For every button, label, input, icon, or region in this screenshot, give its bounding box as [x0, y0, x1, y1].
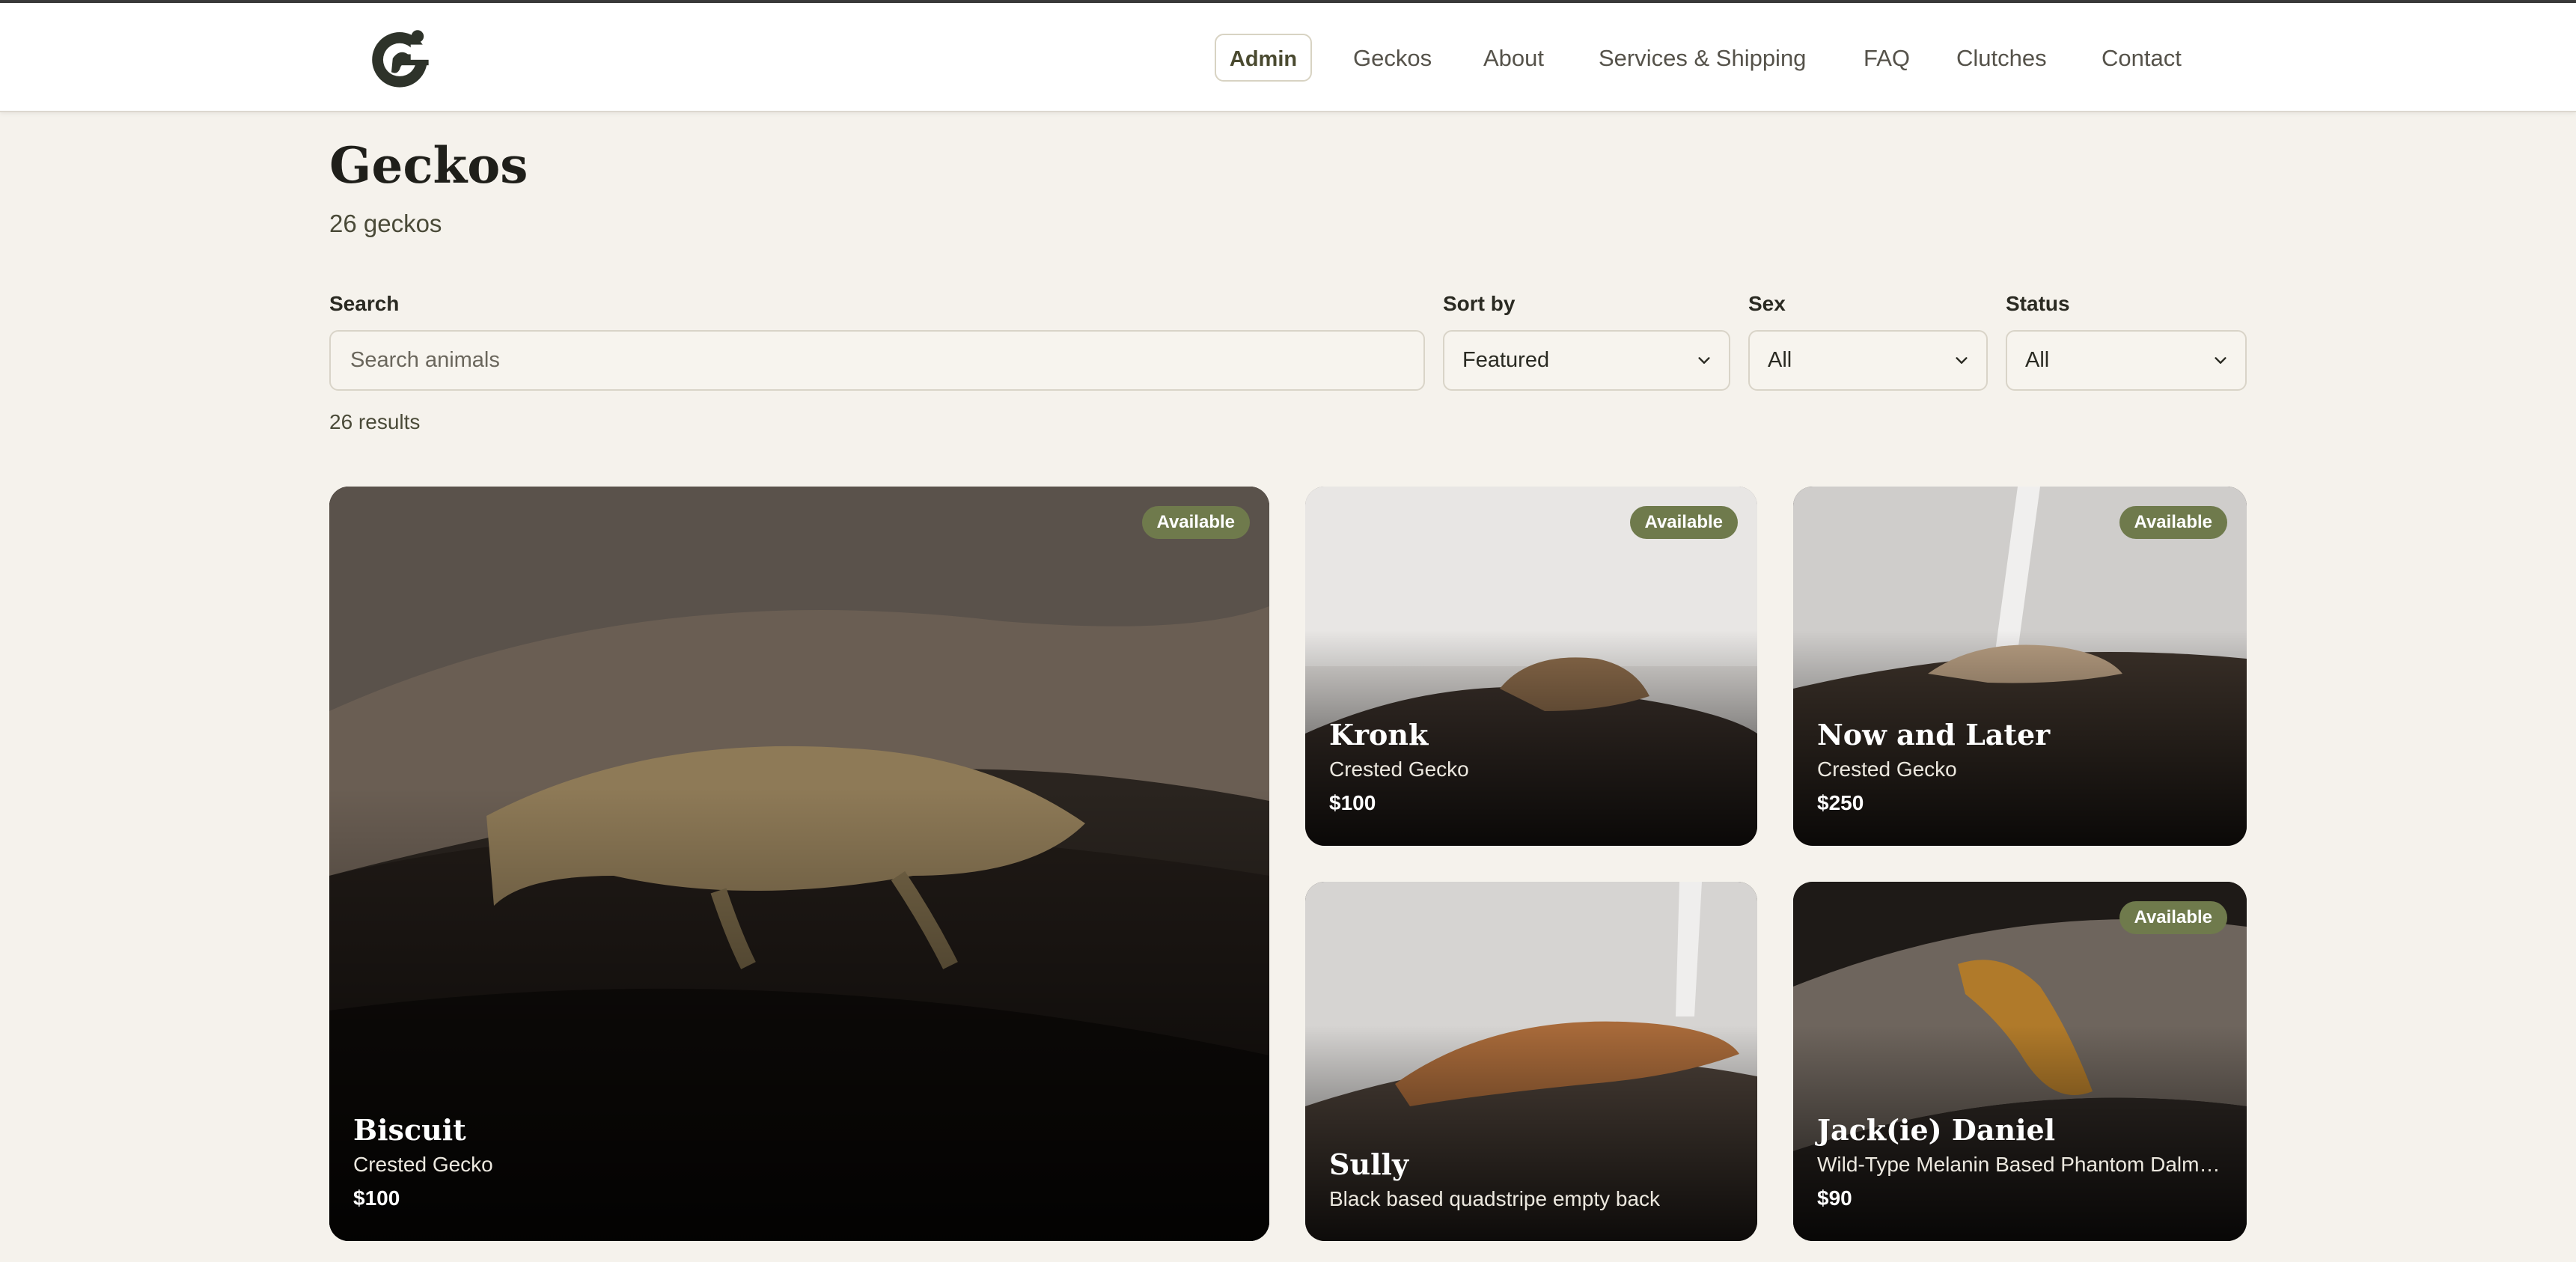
gecko-card-biscuit[interactable]: Available Biscuit Crested Gecko $100	[329, 487, 1269, 1241]
availability-badge: Available	[2119, 901, 2227, 934]
gecko-count: 26 geckos	[329, 210, 442, 237]
gecko-species: Crested Gecko	[1329, 757, 1469, 781]
availability-badge: Available	[2119, 506, 2227, 539]
gecko-logo-icon[interactable]	[365, 24, 434, 93]
card-info: Now and Later Crested Gecko $250	[1817, 717, 2223, 820]
card-info: Kronk Crested Gecko $100	[1329, 717, 1733, 820]
card-info: Sully Black based quadstripe empty back	[1329, 1147, 1733, 1216]
status-label: Status	[2006, 292, 2070, 315]
availability-badge: Available	[1141, 506, 1250, 539]
gecko-name: Kronk	[1329, 718, 1429, 752]
sort-label: Sort by	[1443, 292, 1516, 315]
gecko-name: Sully	[1329, 1147, 1409, 1181]
gecko-card-sully[interactable]: Sully Black based quadstripe empty back	[1305, 882, 1757, 1241]
results-count: 26 results	[329, 410, 421, 433]
nav-link-faq[interactable]: FAQ	[1864, 34, 1910, 83]
gecko-name: Biscuit	[353, 1113, 466, 1147]
nav-link-geckos[interactable]: Geckos	[1353, 34, 1432, 83]
availability-badge: Available	[1629, 506, 1738, 539]
admin-button[interactable]: Admin	[1215, 34, 1312, 82]
gecko-species: Wild-Type Melanin Based Phantom Dalmatia…	[1817, 1153, 2223, 1176]
gecko-name: Jack(ie) Daniel	[1817, 1113, 2056, 1147]
nav-link-about[interactable]: About	[1483, 34, 1544, 83]
card-info: Biscuit Crested Gecko $100	[353, 1112, 1245, 1216]
nav-link-services-shipping[interactable]: Services & Shipping	[1599, 34, 1806, 83]
nav-link-clutches[interactable]: Clutches	[1956, 34, 2047, 83]
gecko-card-jackie-daniel[interactable]: Available Jack(ie) Daniel Wild-Type Mela…	[1793, 882, 2247, 1241]
gecko-price: $90	[1817, 1186, 1852, 1210]
chevron-down-icon	[2215, 357, 2226, 364]
sex-select-value: All	[1768, 348, 1792, 372]
gecko-card-kronk[interactable]: Available Kronk Crested Gecko $100	[1305, 487, 1757, 846]
chevron-down-icon	[1956, 357, 1968, 364]
page-title: Geckos	[329, 136, 528, 195]
gecko-price: $100	[1329, 791, 1376, 814]
status-select[interactable]: All	[2006, 330, 2247, 391]
gecko-species: Crested Gecko	[1817, 757, 1957, 781]
gecko-name: Now and Later	[1817, 718, 2051, 752]
chevron-down-icon	[1698, 357, 1710, 364]
card-info: Jack(ie) Daniel Wild-Type Melanin Based …	[1817, 1112, 2223, 1216]
gecko-species: Crested Gecko	[353, 1153, 493, 1176]
sex-select[interactable]: All	[1748, 330, 1988, 391]
gecko-price: $250	[1817, 791, 1864, 814]
search-field	[329, 330, 1425, 391]
status-select-value: All	[2025, 348, 2050, 372]
site-header: Admin Geckos About Services & Shipping F…	[0, 3, 2576, 112]
nav-link-contact[interactable]: Contact	[2102, 34, 2182, 83]
search-input[interactable]	[331, 332, 1423, 389]
gecko-card-now-and-later[interactable]: Available Now and Later Crested Gecko $2…	[1793, 487, 2247, 846]
sex-label: Sex	[1748, 292, 1786, 315]
search-label: Search	[329, 292, 400, 315]
sort-select[interactable]: Featured	[1443, 330, 1730, 391]
gecko-price: $100	[353, 1186, 400, 1210]
sort-select-value: Featured	[1462, 348, 1550, 372]
gecko-species: Black based quadstripe empty back	[1329, 1187, 1661, 1210]
